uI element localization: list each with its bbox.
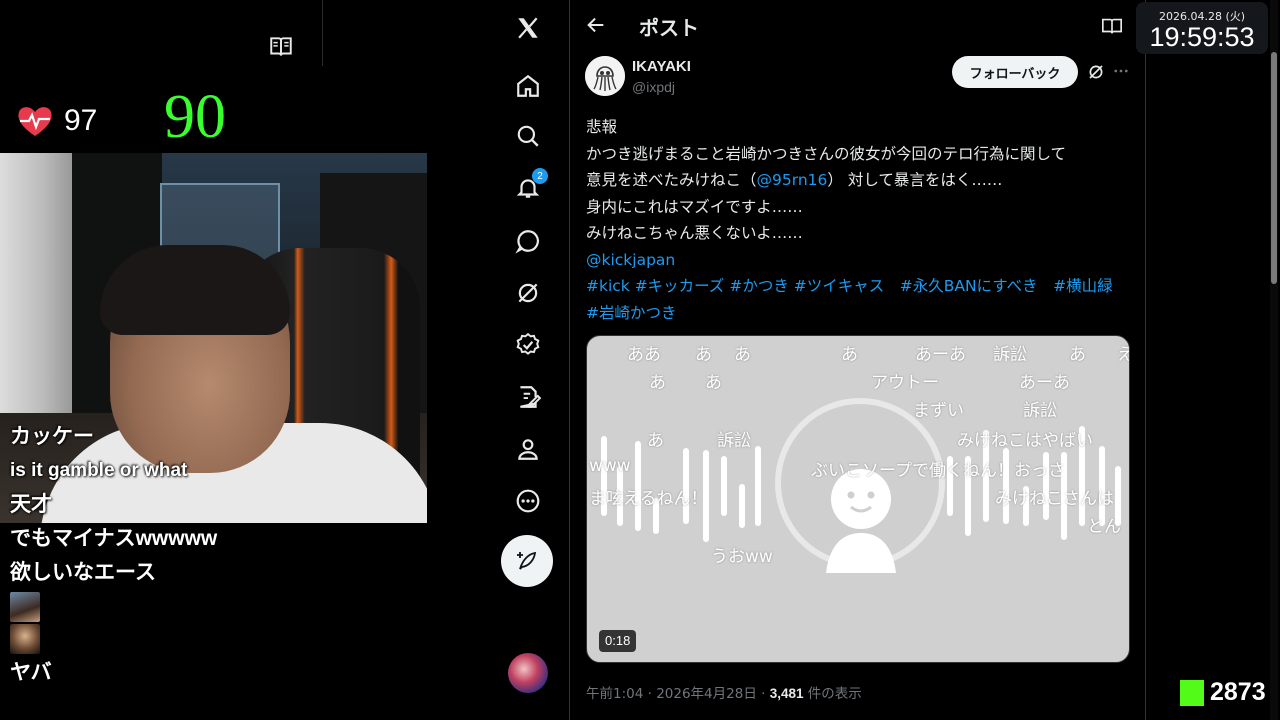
home-icon[interactable]	[514, 72, 542, 100]
divider	[322, 0, 323, 66]
profile-icon[interactable]	[514, 435, 542, 463]
danmaku-comment: まずい	[913, 401, 964, 421]
waveform-bar	[721, 456, 727, 516]
x-sidebar: 2	[430, 0, 570, 720]
stream-panel: 97 90 カッケー is it gamble or what 天才 でもマイナ…	[0, 0, 430, 720]
kick-viewers: 2873	[1180, 678, 1266, 707]
post-header: ポスト	[571, 0, 1146, 52]
danmaku-comment: あ	[705, 373, 722, 393]
post-line: みけねこちゃん悪くないよ……	[586, 224, 803, 242]
chat-avatar	[10, 592, 40, 622]
account-avatar[interactable]	[508, 653, 548, 693]
hashtag-line[interactable]: #岩崎かつき	[586, 300, 1136, 327]
post-line: 意見を述べたみけねこ（@95rn16） 対して暴言をはく……	[586, 167, 1136, 194]
danmaku-comment: みけねこはやばい	[957, 431, 1093, 451]
waveform-bar	[755, 446, 761, 526]
post-text-span: ） 対して暴言をはく……	[827, 171, 1003, 189]
chat-message: カッケー	[10, 425, 94, 448]
danmaku-comment: あーあ	[1019, 373, 1070, 393]
danmaku-comment: 訴訟	[993, 345, 1027, 365]
danmaku-comment: あ	[841, 345, 858, 365]
grok-icon[interactable]	[514, 279, 542, 307]
hashtag-line[interactable]: #kick #キッカーズ #かつき #ツイキャス #永久BANにすべき #横山緑	[586, 273, 1136, 300]
chat-message: 欲しいなエース	[10, 561, 156, 584]
right-overlay: 2026.04.28 (火) 19:59:53 2873	[1136, 0, 1280, 720]
heart-rate: 97	[16, 104, 97, 138]
search-icon[interactable]	[514, 122, 542, 150]
author-handle[interactable]: @ixpdj	[632, 79, 675, 95]
kick-logo-icon	[1180, 679, 1204, 706]
danmaku-comment: アウトー	[871, 373, 939, 393]
edit-icon[interactable]	[514, 383, 542, 411]
danmaku-comment: あ	[647, 431, 664, 451]
more-circle-icon[interactable]	[514, 487, 542, 515]
notification-badge: 2	[532, 168, 548, 184]
chat-avatar	[10, 624, 40, 654]
danmaku-comment: あ	[1069, 345, 1086, 365]
post-detail: ポスト IKAYAKI @ixpdj フォローバック 悲報 かつき逃げまること岩…	[571, 0, 1146, 720]
author-name[interactable]: IKAYAKI	[632, 58, 691, 75]
chat-icon[interactable]	[514, 227, 542, 255]
post-meta: 午前1:04 · 2026年4月28日 · 3,481 件の表示	[586, 682, 862, 702]
reader-icon[interactable]	[1101, 15, 1123, 37]
danmaku-comment: あ	[695, 345, 712, 365]
danmaku-comment: 訴訟	[717, 431, 751, 451]
post-line: 悲報	[586, 118, 618, 136]
danmaku-comment: www	[589, 456, 631, 476]
chat-message: is it gamble or what	[10, 460, 188, 481]
viewer-count: 2873	[1210, 678, 1266, 706]
post-line: 身内にこれはマズイですよ……	[586, 197, 803, 216]
heart-rate-value: 97	[64, 104, 98, 137]
author-avatar[interactable]	[585, 56, 625, 96]
view-count: 3,481	[769, 686, 804, 701]
post-text: 悲報 かつき逃げまること岩崎かつきさんの彼女が今回のテロ行為に関して 意見を述べ…	[586, 114, 1136, 326]
mention-link[interactable]: @95rn16	[757, 171, 828, 189]
post-line: かつき逃げまること岩崎かつきさんの彼女が今回のテロ行為に関して	[586, 144, 1067, 163]
mention-link[interactable]: @kickjapan	[586, 247, 1136, 274]
danmaku-comment: ああ	[627, 345, 661, 365]
danmaku-comment: え	[1117, 340, 1129, 365]
verified-icon[interactable]	[514, 331, 542, 359]
chat-message: 天才	[10, 493, 52, 516]
danmaku-comment: 訴訟	[1023, 401, 1057, 421]
more-icon[interactable]	[1112, 62, 1130, 80]
danmaku-comment: あーあ	[915, 345, 966, 365]
compose-button[interactable]	[501, 535, 553, 587]
danmaku-comment: ま呟えるねん！	[589, 489, 708, 509]
x-logo-icon[interactable]	[514, 14, 542, 42]
danmaku-comment: みけねこさんは	[995, 489, 1114, 509]
video-player[interactable]: ああああああーあ訴訟あえああアウトーあーあまずい訴訟あ訴訟みけねこはやばいwww…	[586, 335, 1130, 663]
big-number: 90	[164, 83, 226, 151]
book-icon	[268, 34, 294, 60]
post-timestamp[interactable]: 午前1:04 · 2026年4月28日 ·	[586, 686, 770, 702]
chat-message: でもマイナスwwwww	[10, 527, 218, 550]
page-title: ポスト	[639, 18, 699, 40]
danmaku-comment: あ	[734, 345, 751, 365]
heart-icon	[16, 104, 54, 138]
video-duration: 0:18	[599, 630, 637, 652]
post-text-span: 意見を述べたみけねこ（	[586, 171, 757, 189]
back-arrow-icon[interactable]	[585, 14, 607, 36]
follow-back-button[interactable]: フォローバック	[952, 56, 1078, 88]
waveform-bar	[739, 484, 745, 528]
danmaku-comment: とん	[1087, 517, 1121, 537]
views-label: 件の表示	[803, 686, 862, 702]
scrollbar[interactable]	[1270, 0, 1278, 720]
clock-widget: 2026.04.28 (火) 19:59:53	[1136, 2, 1268, 54]
danmaku-comment: あ	[649, 373, 666, 393]
clock-time: 19:59:53	[1149, 22, 1255, 52]
danmaku-comment: ぶいこソープで働くねん！おっさ	[811, 461, 1065, 481]
danmaku-comment: うおww	[711, 547, 773, 567]
compose-icon	[517, 551, 537, 570]
chat-overlay: カッケー is it gamble or what 天才 でもマイナスwwwww…	[10, 420, 310, 690]
grok-icon[interactable]	[1087, 63, 1105, 81]
chat-message: ヤバ	[10, 661, 52, 684]
bell-icon[interactable]: 2	[514, 168, 548, 202]
scrollbar-thumb[interactable]	[1271, 52, 1277, 284]
